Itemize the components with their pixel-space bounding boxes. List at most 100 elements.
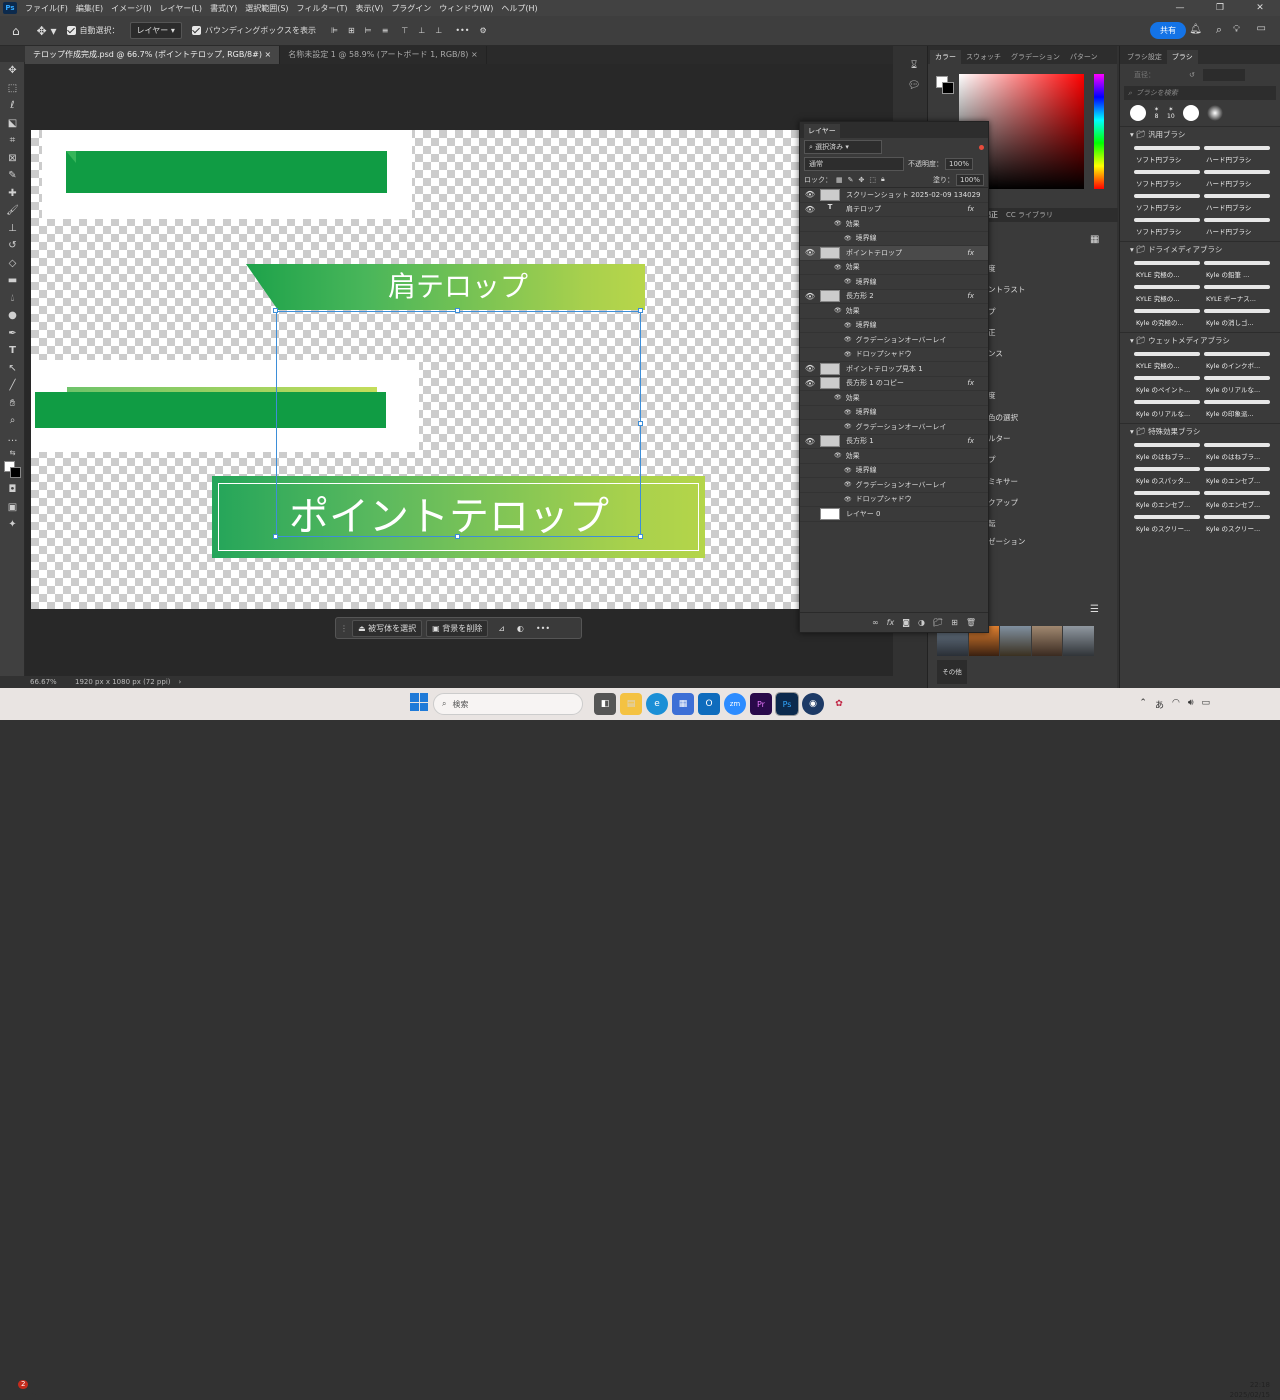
reset-icon[interactable]: ↺	[1189, 71, 1195, 79]
visibility-eye-icon[interactable]: 👁︎	[800, 292, 820, 301]
layer-fx-icon[interactable]: fx	[967, 292, 974, 300]
brush-preset[interactable]: ソフト円ブラシ	[1134, 167, 1200, 189]
tab-brush-settings[interactable]: ブラシ設定	[1122, 50, 1167, 64]
transform-handle[interactable]	[638, 421, 643, 426]
layer-row[interactable]: 👁︎ ポイントテロップ見本 1	[800, 362, 988, 377]
adjustment-item[interactable]: ルター	[988, 428, 1025, 449]
store-icon[interactable]: ▦	[672, 693, 694, 715]
lock-artboard-icon[interactable]: ⬚	[869, 176, 876, 184]
layer-row[interactable]: 👁︎ T 肩テロップ fx	[800, 203, 988, 217]
align-center-icon[interactable]: ⊞	[348, 26, 355, 35]
foreground-color-swatch[interactable]	[0, 459, 25, 481]
generative-icon[interactable]: ✦	[0, 516, 25, 534]
layer-effect-row[interactable]: 👁︎ 境界線	[800, 275, 988, 290]
adjustment-item[interactable]: 色の選択	[988, 407, 1025, 428]
tab-swatches[interactable]: スウォッチ	[961, 50, 1006, 64]
brush-preset[interactable]: KYLE 究極の...	[1134, 282, 1200, 304]
visibility-eye-icon[interactable]: 👁︎	[834, 307, 842, 314]
adjustment-item[interactable]: ミキサー	[988, 471, 1025, 492]
visibility-eye-icon[interactable]: 👁︎	[800, 248, 820, 257]
visibility-eye-icon[interactable]: 👁︎	[800, 437, 820, 446]
workspace-icon[interactable]: ▭	[1257, 23, 1266, 34]
premiere-icon[interactable]: Pr	[750, 693, 772, 715]
layer-effect-row[interactable]: 👁︎ ドロップシャドウ	[800, 493, 988, 507]
layer-row[interactable]: 👁︎ ポイントテロップ fx	[800, 246, 988, 261]
crop-tool-icon[interactable]: ⌗	[0, 132, 25, 150]
layer-effect-row[interactable]: 👁︎ グラデーションオーバーレイ	[800, 478, 988, 493]
more-presets-button[interactable]: その他	[937, 660, 967, 684]
menu-filter[interactable]: フィルター(T)	[293, 3, 352, 14]
transform-icon[interactable]: ⊿	[498, 624, 505, 633]
history-icon[interactable]: ⌛︎	[902, 56, 926, 76]
hue-slider[interactable]	[1094, 74, 1104, 189]
blend-mode-dropdown[interactable]: 通常	[804, 157, 904, 171]
layer-row[interactable]: 👁︎ 長方形 1 fx	[800, 435, 988, 449]
layer-row[interactable]: レイヤー 0	[800, 507, 988, 522]
brush-preset[interactable]: Kyle のエンセブ...	[1204, 488, 1270, 510]
menu-view[interactable]: 表示(V)	[352, 3, 388, 14]
close-icon[interactable]: ✕	[1240, 0, 1280, 16]
align-left-icon[interactable]: ⊫	[331, 26, 338, 35]
layer-effect-row[interactable]: 👁︎ 境界線	[800, 464, 988, 478]
remove-background-button[interactable]: ▣ 背景を削除	[426, 619, 489, 637]
minimize-icon[interactable]: —	[1160, 0, 1200, 16]
menu-file[interactable]: ファイル(F)	[21, 3, 72, 14]
layer-effect-row[interactable]: 👁︎ グラデーションオーバーレイ	[800, 420, 988, 435]
lock-move-icon[interactable]: ✥	[859, 176, 865, 184]
weather-widget[interactable]: 2 7°C 雨	[18, 1380, 43, 1398]
tab-cc-libraries[interactable]: CC ライブラリ	[1006, 210, 1053, 220]
menu-plugins[interactable]: プラグイン	[387, 3, 435, 14]
system-clock[interactable]: 22:18 2025/02/15	[1230, 1380, 1270, 1400]
brush-preset[interactable]: Kyle のエンセブ...	[1134, 488, 1200, 510]
home-icon[interactable]: ⌂	[12, 24, 20, 38]
brush-preset[interactable]: Kyle のリアルな...	[1134, 397, 1200, 419]
brush-preset[interactable]: Kyle のリアルな...	[1204, 373, 1270, 395]
photoshop-app-icon[interactable]: Ps	[3, 2, 17, 14]
transform-handle[interactable]	[455, 534, 460, 539]
adjustment-layer-icon[interactable]: ◑	[918, 618, 925, 627]
visibility-eye-icon[interactable]: 👁︎	[800, 364, 820, 373]
screen-mode-icon[interactable]: ▣	[0, 499, 25, 517]
eyedropper-tool-icon[interactable]: ✎	[0, 167, 25, 185]
menu-image[interactable]: イメージ(I)	[107, 3, 155, 14]
pen-tool-icon[interactable]: ✒	[0, 325, 25, 343]
move-tool-icon[interactable]: ✥	[0, 62, 25, 80]
select-subject-button[interactable]: ⏏ 被写体を選択	[352, 619, 423, 637]
maximize-icon[interactable]: ❐	[1200, 0, 1240, 16]
adjustment-item[interactable]: 度	[988, 258, 1025, 279]
move-tool-icon[interactable]: ✥ ▾	[37, 24, 57, 38]
visibility-eye-icon[interactable]: 👁︎	[834, 220, 842, 227]
visibility-eye-icon[interactable]: 👁︎	[844, 467, 852, 474]
brush-preset[interactable]: Kyle のはねブラ...	[1134, 440, 1200, 462]
document-canvas[interactable]: 肩テロップ ポイントテロップ	[31, 130, 799, 609]
brush-preset[interactable]: Kyle のはねブラ...	[1204, 440, 1270, 462]
filter-toggle-icon[interactable]	[979, 144, 984, 150]
brush-preset[interactable]: Kyle のスクリー...	[1134, 512, 1200, 534]
file-explorer-icon[interactable]: ▤	[620, 693, 642, 715]
adjust-icon[interactable]: ◐	[517, 624, 524, 633]
battery-icon[interactable]: ▭	[1201, 698, 1210, 711]
visibility-eye-icon[interactable]: 👁︎	[844, 278, 852, 285]
brush-preset[interactable]: Kyle のインクボ...	[1204, 349, 1270, 371]
layer-effect-row[interactable]: 👁︎ 効果	[800, 391, 988, 406]
adjustment-item[interactable]: 度	[988, 385, 1025, 406]
settings-gear-icon[interactable]: ⚙	[479, 26, 486, 35]
tab-patterns[interactable]: パターン	[1065, 50, 1103, 64]
align-bottom-icon[interactable]: ⊥	[435, 26, 442, 35]
menu-type[interactable]: 書式(Y)	[206, 3, 241, 14]
hand-tool-icon[interactable]: ✋︎	[0, 395, 25, 413]
layer-filter-dropdown[interactable]: ⌕ 選択済み ▾	[804, 140, 882, 154]
menu-layer[interactable]: レイヤー(L)	[156, 3, 206, 14]
volume-icon[interactable]: 🔊︎	[1188, 698, 1194, 711]
visibility-eye-icon[interactable]: 👁︎	[844, 351, 852, 358]
visibility-eye-icon[interactable]: 👁︎	[844, 235, 852, 242]
brush-preset[interactable]: Kyle の消しゴ...	[1204, 306, 1270, 328]
add-mask-icon[interactable]: ◙	[902, 618, 910, 627]
brush-preset[interactable]: Kyle の鉛筆 ...	[1204, 258, 1270, 280]
auto-select-dropdown[interactable]: レイヤー ▾	[129, 22, 182, 39]
visibility-eye-icon[interactable]: 👁︎	[844, 336, 852, 343]
new-layer-icon[interactable]: ⊞	[951, 618, 958, 627]
transform-handle[interactable]	[638, 308, 643, 313]
bell-icon[interactable]: 🔔︎	[1189, 24, 1202, 35]
brush-search-input[interactable]: ⌕ ブラシを検索	[1124, 86, 1276, 100]
